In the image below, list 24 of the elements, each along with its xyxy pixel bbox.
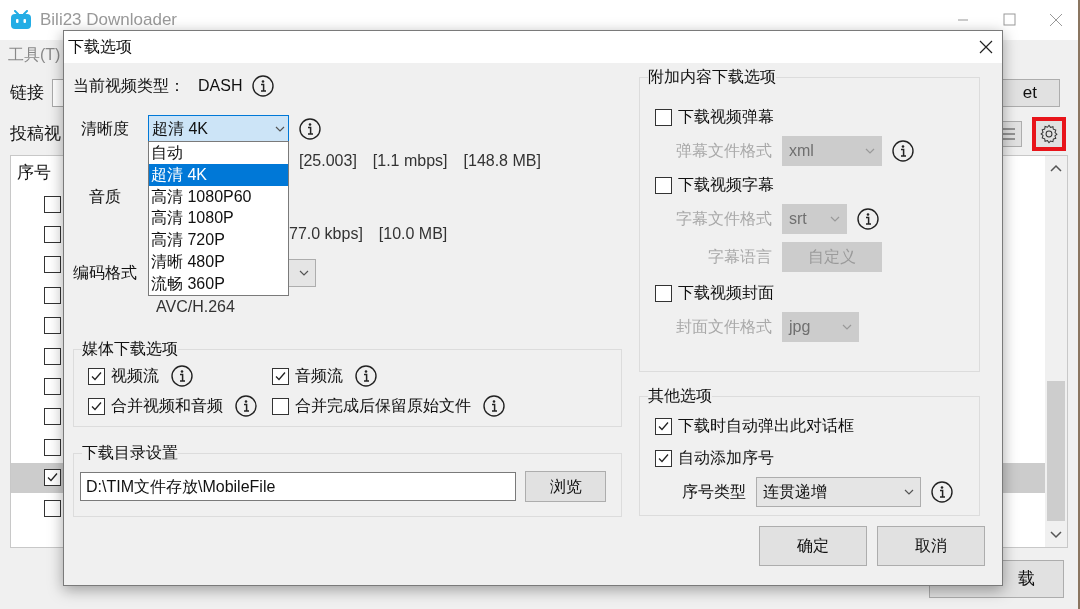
field-label: 字幕语言	[707, 247, 773, 267]
codec-value: AVC/H.264	[156, 297, 235, 317]
stream-info: [1.1 mbps]	[372, 151, 448, 171]
field-label: 音质	[89, 187, 121, 207]
group-title: 其他选项	[648, 386, 712, 406]
group-title: 附加内容下载选项	[648, 67, 776, 87]
field-label: 编码格式	[73, 263, 138, 283]
group-title: 下载目录设置	[82, 443, 178, 463]
stream-info: [148.8 MB]	[463, 151, 541, 171]
field-label: 清晰度	[80, 119, 130, 139]
dialog-title: 下载选项	[68, 37, 132, 57]
field-label: 当前视频类型：	[73, 76, 186, 96]
stream-info: [25.003]	[299, 151, 357, 171]
field-label: 封面文件格式	[675, 317, 773, 337]
section-label: 投稿视	[10, 123, 61, 146]
link-label: 链接	[10, 82, 44, 105]
window-title: Bili23 Downloader	[40, 9, 178, 32]
stream-info: [10.0 MB]	[378, 224, 448, 244]
field-label: 字幕文件格式	[675, 209, 773, 229]
group-title: 媒体下载选项	[82, 339, 178, 359]
stream-info: 77.0 kbps]	[289, 224, 363, 244]
field-label: 弹幕文件格式	[675, 141, 773, 161]
field-label: 序号类型	[681, 482, 747, 502]
video-type-value: DASH	[198, 76, 243, 96]
